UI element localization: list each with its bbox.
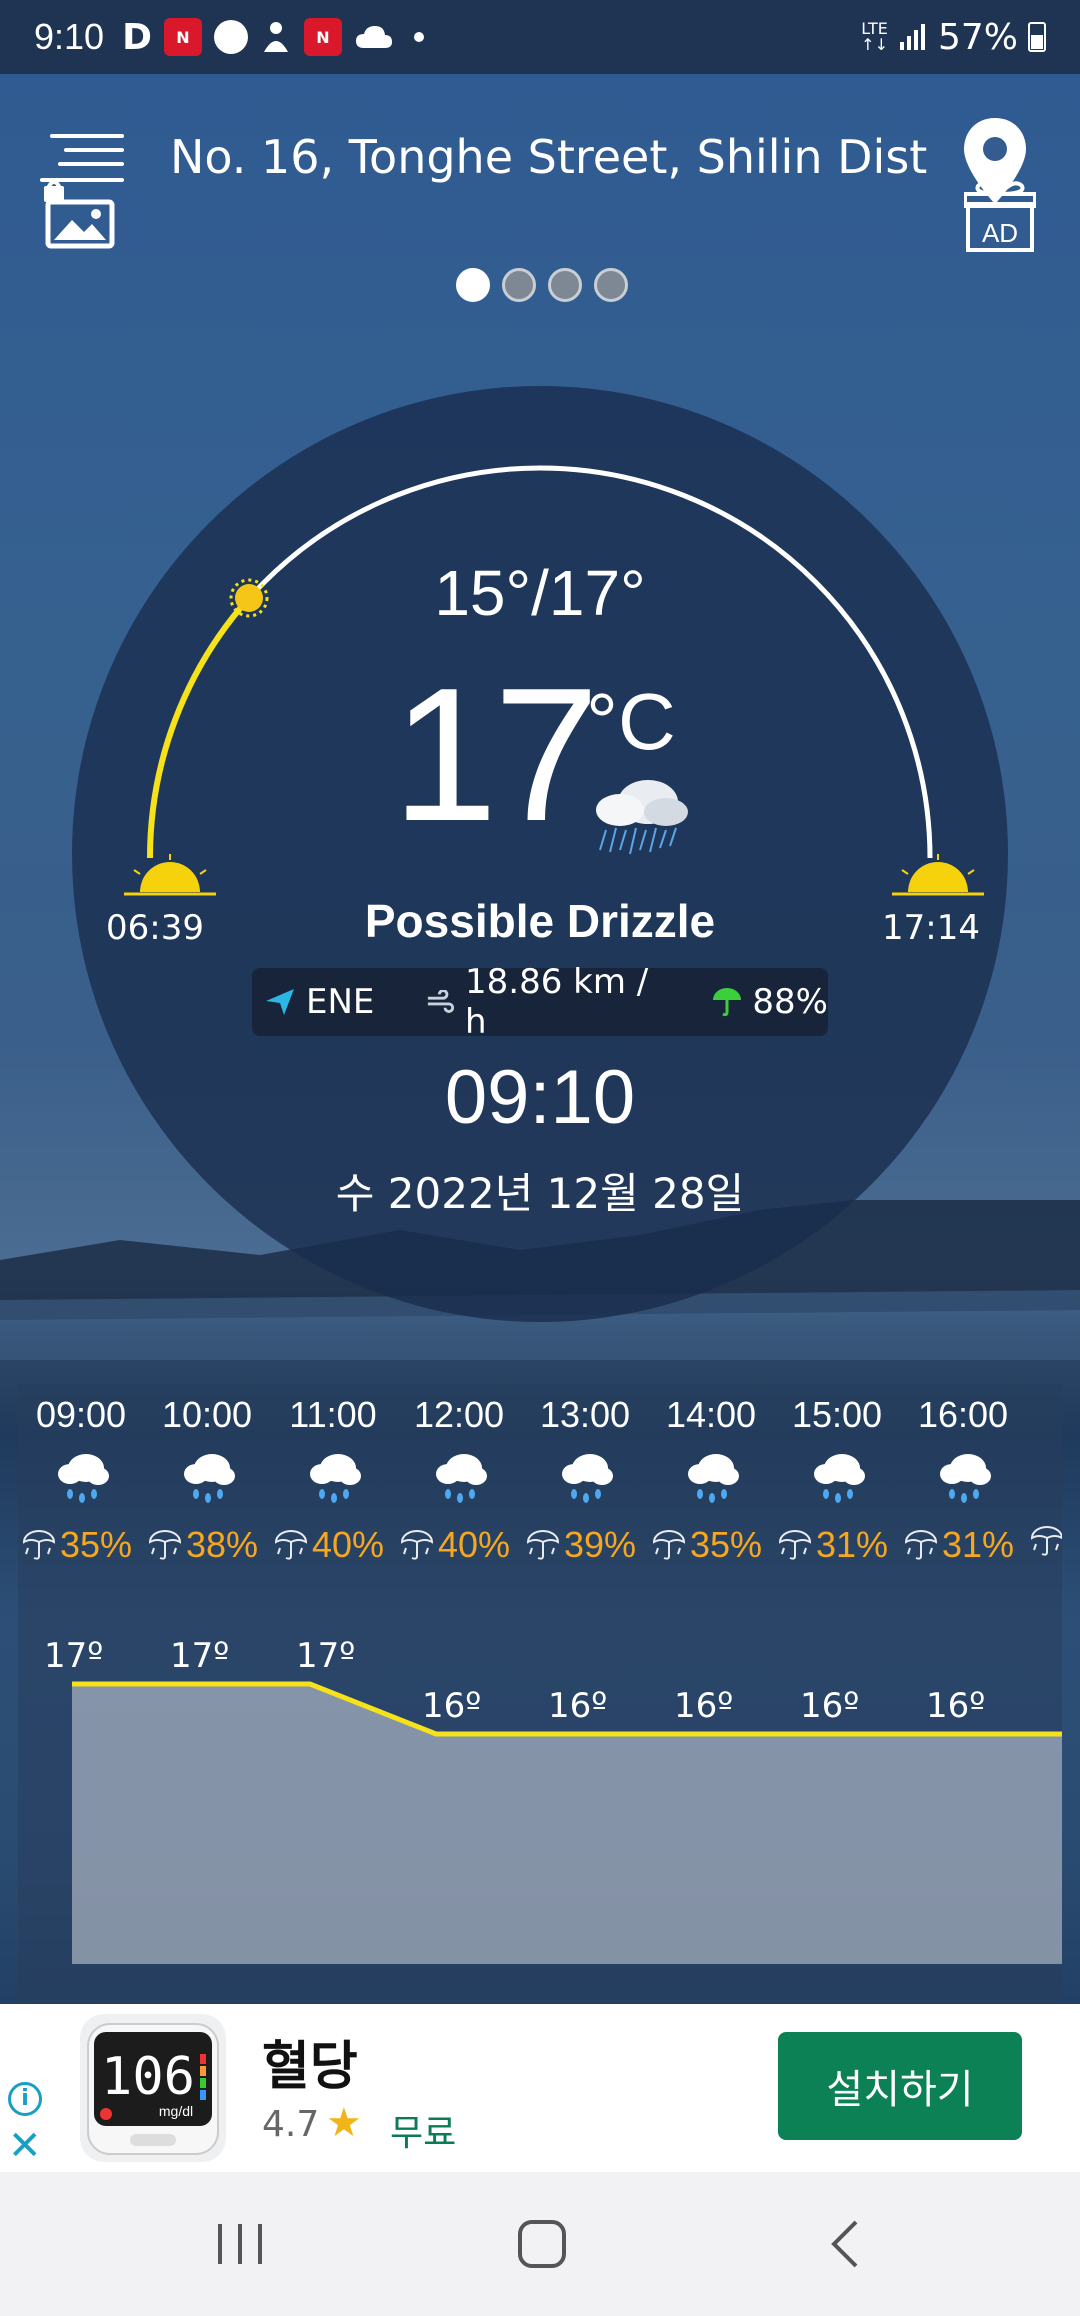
hour-precipitation: 31% bbox=[904, 1524, 1026, 1566]
hour-time: 15:00 bbox=[791, 1394, 883, 1435]
wind-direction: ENE bbox=[264, 982, 374, 1022]
svg-text:106: 106 bbox=[101, 2047, 195, 2107]
hour-time: 10:00 bbox=[161, 1394, 253, 1435]
hourly-item: 1 bbox=[1026, 1384, 1062, 2004]
hour-temperature: 17º bbox=[44, 1636, 104, 1676]
wind-speed: 18.86 km / h bbox=[426, 962, 670, 1042]
hour-time: 1 bbox=[1026, 1394, 1062, 1436]
umbrella-icon bbox=[904, 1530, 938, 1560]
current-time: 09:10 bbox=[444, 1055, 636, 1140]
hour-temperature: 16º bbox=[674, 1686, 734, 1726]
sunset-time: 17:14 bbox=[882, 908, 980, 948]
hour-temperature: 16º bbox=[422, 1686, 482, 1726]
rain-cloud-icon bbox=[58, 1454, 109, 1503]
hour-precipitation bbox=[1030, 1524, 1062, 1558]
hour-precipitation: 39% bbox=[526, 1524, 648, 1566]
star-icon: ★ bbox=[326, 2100, 362, 2146]
rain-cloud-icon bbox=[814, 1454, 865, 1503]
ad-rating: 4.7 bbox=[262, 2104, 320, 2145]
hour-precipitation: 31% bbox=[778, 1524, 900, 1566]
ad-price: 무료 bbox=[390, 2113, 457, 2154]
back-button[interactable] bbox=[820, 2216, 876, 2272]
umbrella-icon bbox=[713, 988, 742, 1017]
rain-cloud-icon bbox=[310, 1454, 361, 1503]
hour-temperature: 16º bbox=[800, 1686, 860, 1726]
hourly-item: 10:00 38% bbox=[144, 1384, 270, 2004]
hour-time: 13:00 bbox=[539, 1394, 631, 1435]
rain-cloud-icon bbox=[436, 1454, 487, 1503]
hour-temperature: 17º bbox=[170, 1636, 230, 1676]
umbrella-icon bbox=[778, 1530, 812, 1560]
hourly-item: 09:00 35% bbox=[18, 1384, 144, 2004]
rain-cloud-icon bbox=[940, 1454, 991, 1503]
ad-banner[interactable]: i ✕ 106 mg/dl 혈당 4.7 ★ 무료 설치하기 bbox=[0, 2004, 1080, 2172]
svg-text:mg/dl: mg/dl bbox=[159, 2103, 193, 2119]
hour-time: 16:00 bbox=[917, 1394, 1009, 1435]
current-date: 수 2022년 12월 28일 bbox=[335, 1169, 745, 1218]
current-temperature: 17 bbox=[392, 649, 599, 861]
temperature-unit: °C bbox=[586, 677, 676, 766]
ad-app-title[interactable]: 혈당 bbox=[262, 2024, 358, 2099]
hour-precipitation: 35% bbox=[22, 1524, 144, 1566]
rain-cloud-icon bbox=[596, 780, 688, 855]
ad-info-icon[interactable]: i bbox=[8, 2082, 42, 2116]
sunrise-time: 06:39 bbox=[106, 908, 204, 948]
hourly-item: 11:00 40% bbox=[270, 1384, 396, 2004]
umbrella-icon bbox=[22, 1530, 56, 1560]
rain-cloud-icon bbox=[184, 1454, 235, 1503]
ad-app-icon[interactable]: 106 mg/dl bbox=[80, 2014, 226, 2162]
hour-time: 12:00 bbox=[413, 1394, 505, 1435]
precipitation-chance: 88% bbox=[712, 982, 828, 1022]
rain-cloud-icon bbox=[562, 1454, 613, 1503]
umbrella-icon bbox=[1030, 1526, 1062, 1556]
recent-apps-button[interactable] bbox=[212, 2216, 268, 2272]
hour-temperature: 17º bbox=[296, 1636, 356, 1676]
hour-precipitation: 35% bbox=[652, 1524, 774, 1566]
hour-temperature: 16º bbox=[926, 1686, 986, 1726]
sunset-icon bbox=[892, 854, 984, 896]
install-button[interactable]: 설치하기 bbox=[778, 2032, 1022, 2140]
umbrella-icon bbox=[526, 1530, 560, 1560]
hourly-forecast[interactable]: 09:00 35% 10:00 38% 11:00 40% 12:00 40% 13:00 39%… bbox=[18, 1384, 1062, 2004]
hour-time: 09:00 bbox=[35, 1394, 127, 1435]
hour-precipitation: 40% bbox=[400, 1524, 522, 1566]
umbrella-icon bbox=[400, 1530, 434, 1560]
wind-info-bar: ENE 18.86 km / h 88% bbox=[252, 962, 828, 1042]
temp-range: 15°/17° bbox=[434, 557, 646, 629]
wind-direction-arrow-icon bbox=[266, 989, 294, 1015]
hour-precipitation: 38% bbox=[148, 1524, 270, 1566]
wind-icon bbox=[428, 990, 455, 1013]
ad-close-icon[interactable]: ✕ bbox=[8, 2126, 42, 2166]
rain-cloud-icon bbox=[688, 1454, 739, 1503]
umbrella-icon bbox=[652, 1530, 686, 1560]
umbrella-icon bbox=[274, 1530, 308, 1560]
navigation-bar bbox=[0, 2172, 1080, 2316]
hour-time: 11:00 bbox=[289, 1394, 377, 1435]
hour-precipitation: 40% bbox=[274, 1524, 396, 1566]
hour-time: 14:00 bbox=[665, 1394, 757, 1435]
sunrise-icon bbox=[124, 854, 216, 896]
hour-temperature: 16º bbox=[548, 1686, 608, 1726]
home-button[interactable] bbox=[514, 2216, 570, 2272]
umbrella-icon bbox=[148, 1530, 182, 1560]
